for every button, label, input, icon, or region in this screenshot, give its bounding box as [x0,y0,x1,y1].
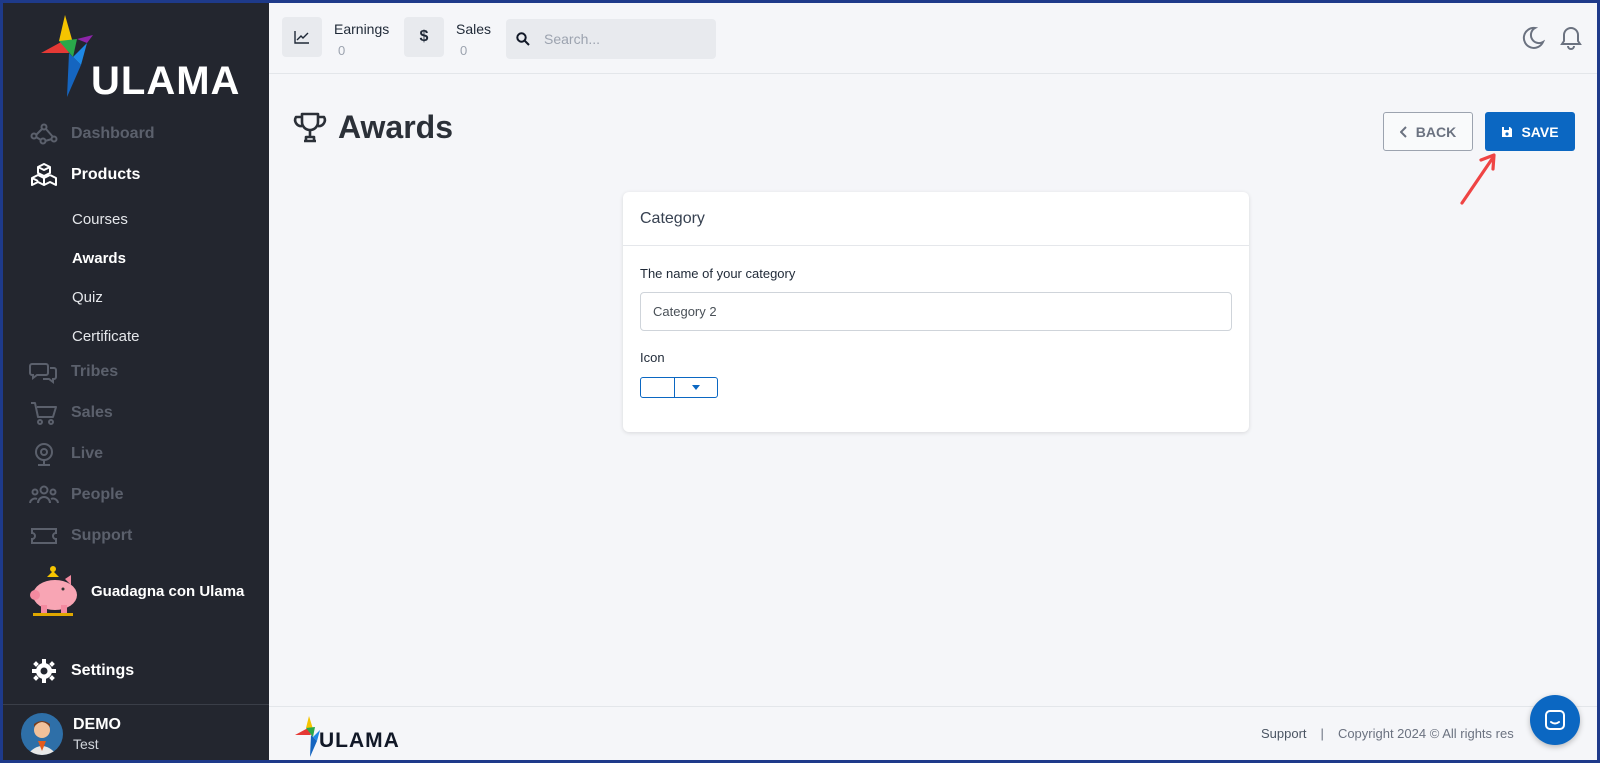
sidebar-item-live[interactable]: Live [29,439,103,469]
sidebar-item-tribes[interactable]: Tribes [29,357,118,387]
chat-bubbles-icon [29,359,59,385]
chat-launcher-button[interactable] [1530,695,1580,745]
brand-name: ULAMA [91,59,241,103]
gear-icon [29,658,59,684]
sidebar: ULAMA Dashboard Products Courses Awards … [3,3,269,760]
app-window: ULAMA Dashboard Products Courses Awards … [0,0,1600,763]
sidebar-subitem-courses[interactable]: Courses [72,211,128,228]
sidebar-item-support[interactable]: Support [29,521,132,551]
top-bar: Earnings 0 $ Sales 0 [269,3,1597,74]
earnings-value: 0 [338,43,346,58]
chevron-left-icon [1399,125,1407,138]
webcam-icon [29,441,59,467]
trophy-icon [293,112,327,142]
sidebar-item-sales[interactable]: Sales [29,398,113,428]
sidebar-item-label: People [71,486,124,503]
ticket-icon [29,523,59,549]
sidebar-subitem-certificate[interactable]: Certificate [72,328,140,345]
sidebar-item-settings[interactable]: Settings [29,656,134,686]
bell-icon[interactable] [1558,25,1584,51]
trend-chart-icon [282,17,322,57]
sidebar-item-products[interactable]: Products [29,160,140,190]
name-field-label: The name of your category [640,266,796,281]
footer-links: Support | Copyright 2024 © All rights re… [1261,726,1514,741]
save-label: SAVE [1521,123,1559,140]
sidebar-item-dashboard[interactable]: Dashboard [29,119,155,149]
sales-stat[interactable]: $ Sales 0 [404,17,491,58]
user-name: DEMO [73,716,121,733]
divider [3,704,269,705]
floppy-disk-icon [1502,126,1513,137]
annotation-arrow-icon [1460,153,1496,205]
chat-icon [1545,710,1565,730]
promo-label: Guadagna con Ulama [91,582,245,600]
user-role: Test [73,736,99,752]
earnings-stat[interactable]: Earnings 0 [282,17,389,58]
back-label: BACK [1415,123,1457,140]
category-card: Category The name of your category Categ… [623,192,1249,432]
icon-picker-toggle[interactable] [675,378,717,397]
footer-brand-name: ULAMA [319,729,400,752]
save-button[interactable]: SAVE [1485,112,1575,151]
piggy-bank-icon [30,566,77,616]
category-name-input[interactable]: Category 2 [640,292,1232,331]
moon-icon[interactable] [1519,25,1545,51]
sidebar-item-people[interactable]: People [29,480,123,510]
search-input[interactable] [544,31,704,47]
boxes-icon [29,162,59,188]
sidebar-item-label: Sales [71,404,113,421]
sidebar-subitem-quiz[interactable]: Quiz [72,289,103,306]
caret-down-icon [692,385,700,390]
sidebar-item-label: Settings [71,662,135,679]
user-profile[interactable]: DEMO Test [21,713,121,755]
back-button[interactable]: BACK [1383,112,1473,151]
sales-value: 0 [460,43,468,58]
search-box[interactable] [506,19,716,59]
people-group-icon [29,482,59,508]
sidebar-item-label: Support [71,527,133,544]
icon-picker[interactable] [640,377,718,398]
dollar-icon: $ [404,17,444,57]
sidebar-item-label: Live [71,445,104,462]
page-title: Awards [292,109,453,146]
sidebar-item-label: Tribes [71,363,119,380]
shopping-cart-icon [29,400,59,426]
footer-separator: | [1320,726,1324,741]
sidebar-item-label: Dashboard [71,125,155,142]
sidebar-item-label: Products [71,166,141,183]
card-title: Category [623,192,1249,246]
network-icon [29,121,59,147]
icon-field-label: Icon [640,350,665,365]
earnings-title: Earnings [334,21,390,37]
search-icon [506,32,540,46]
promo-link[interactable]: Guadagna con Ulama [27,565,244,617]
page-title-text: Awards [338,109,454,145]
footer-copyright: Copyright 2024 © All rights res [1337,726,1514,741]
footer-support-link[interactable]: Support [1261,726,1307,741]
sidebar-subitem-awards[interactable]: Awards [72,250,126,267]
avatar [21,713,63,755]
sales-title: Sales [456,21,492,37]
icon-preview [641,378,675,397]
footer: ULAMA Support | Copyright 2024 © All rig… [269,706,1597,760]
brand-logo[interactable]: ULAMA [33,13,243,103]
